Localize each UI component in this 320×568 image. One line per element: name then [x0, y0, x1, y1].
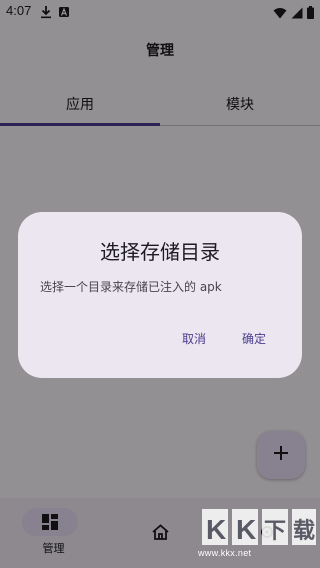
dialog-title: 选择存储目录: [100, 240, 220, 264]
select-storage-dialog: 选择存储目录 选择一个目录来存储已注入的 apk 取消 确定: [18, 212, 302, 378]
svg-text:K: K: [236, 514, 256, 545]
confirm-button[interactable]: 确定: [236, 326, 272, 351]
svg-text:载: 载: [293, 518, 315, 544]
cancel-button[interactable]: 取消: [176, 326, 212, 351]
svg-text:K: K: [206, 514, 226, 545]
svg-text:下: 下: [264, 519, 286, 544]
app-screen: 4:07 管理 应用 模块 管理 选择存储目录 选择一个目录来存储已注入的 ap…: [0, 0, 320, 568]
dialog-message: 选择一个目录来存储已注入的 apk: [40, 280, 222, 294]
watermark-url: www.kkx.net: [198, 548, 252, 558]
